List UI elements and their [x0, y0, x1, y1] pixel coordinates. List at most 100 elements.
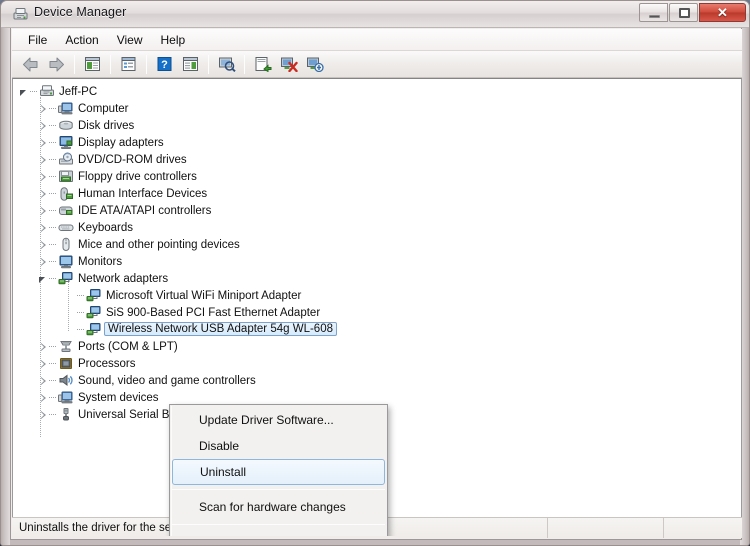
tree-connector — [77, 324, 86, 335]
tree-connector — [49, 256, 58, 267]
properties-button[interactable] — [116, 53, 141, 76]
maximize-button[interactable] — [669, 3, 698, 22]
tree-item-ports-com-lpt[interactable]: Ports (COM & LPT) — [19, 338, 741, 355]
tree-item-disk-drives[interactable]: Disk drives — [19, 117, 741, 134]
show-hide-action-pane-button[interactable] — [178, 53, 203, 76]
ports-icon — [58, 339, 74, 354]
tree-item-sis-900-pci-fast-ethernet-adapter[interactable]: SiS 900-Based PCI Fast Ethernet Adapter — [19, 304, 741, 321]
chevron-right-icon[interactable] — [38, 392, 49, 403]
network-adapter-icon — [58, 271, 74, 286]
ctx-properties[interactable]: Properties — [170, 529, 387, 536]
tree-item-label: Processors — [78, 357, 136, 370]
update-driver-software-button[interactable] — [250, 53, 275, 76]
tree-item-label: Jeff-PC — [59, 85, 98, 98]
display-adapter-icon — [58, 135, 74, 150]
menu-view[interactable]: View — [108, 30, 152, 50]
menu-file[interactable]: File — [19, 30, 56, 50]
device-tree-panel[interactable]: Jeff-PC Computer Disk drives Display ada… — [12, 78, 742, 537]
tree-item-mice-and-pointing-devices[interactable]: Mice and other pointing devices — [19, 236, 741, 253]
tree-connector — [49, 154, 58, 165]
chevron-expanded-icon[interactable] — [19, 86, 30, 97]
tree-item-label: Keyboards — [78, 221, 133, 234]
toolbar-separator — [244, 54, 245, 74]
tree-connector — [49, 273, 58, 284]
floppy-controller-icon — [58, 169, 74, 184]
chevron-right-icon[interactable] — [38, 358, 49, 369]
computer-root-icon — [39, 84, 55, 99]
tree-item-display-adapters[interactable]: Display adapters — [19, 134, 741, 151]
tree-connector — [77, 307, 86, 318]
client-area: File Action View Help ? Jeff-PC Computer… — [10, 28, 742, 540]
chevron-right-icon[interactable] — [38, 171, 49, 182]
tree-item-monitors[interactable]: Monitors — [19, 253, 741, 270]
chevron-right-icon[interactable] — [38, 205, 49, 216]
svg-text:?: ? — [161, 59, 168, 71]
tree-connector — [49, 137, 58, 148]
minimize-button[interactable] — [639, 3, 668, 22]
tree-item-network-adapters[interactable]: Network adapters — [19, 270, 741, 287]
menu-help[interactable]: Help — [152, 30, 195, 50]
ctx-uninstall[interactable]: Uninstall — [172, 459, 385, 485]
tree-item-sound-video-game-controllers[interactable]: Sound, video and game controllers — [19, 372, 741, 389]
back-button[interactable] — [18, 53, 43, 76]
chevron-right-icon[interactable] — [38, 188, 49, 199]
tree-item-label: Wireless Network USB Adapter 54g WL-608 — [104, 321, 337, 336]
tree-item-human-interface-devices[interactable]: Human Interface Devices — [19, 185, 741, 202]
tree-item-keyboards[interactable]: Keyboards — [19, 219, 741, 236]
ctx-scan-for-hardware-changes[interactable]: Scan for hardware changes — [170, 494, 387, 520]
ctx-update-driver-software[interactable]: Update Driver Software... — [170, 407, 387, 433]
context-menu-separator — [172, 524, 385, 525]
toolbar-separator — [146, 54, 147, 74]
hid-icon — [58, 186, 74, 201]
context-menu: Update Driver Software... Disable Uninst… — [169, 404, 388, 536]
toolbar-separator — [110, 54, 111, 74]
chevron-right-icon[interactable] — [38, 341, 49, 352]
chevron-right-icon[interactable] — [38, 154, 49, 165]
menu-bar: File Action View Help — [12, 29, 742, 51]
tree-item-floppy-drive-controllers[interactable]: Floppy drive controllers — [19, 168, 741, 185]
chevron-right-icon[interactable] — [38, 375, 49, 386]
tree-connector — [49, 205, 58, 216]
tree-item-wireless-network-usb-adapter[interactable]: Wireless Network USB Adapter 54g WL-608 — [19, 321, 741, 338]
tree-item-label: Monitors — [78, 255, 123, 268]
tree-item-processors[interactable]: Processors — [19, 355, 741, 372]
ctx-disable[interactable]: Disable — [170, 433, 387, 459]
processor-icon — [58, 356, 74, 371]
chevron-expanded-icon[interactable] — [38, 273, 49, 284]
chevron-right-icon[interactable] — [38, 103, 49, 114]
tree-item-label: SiS 900-Based PCI Fast Ethernet Adapter — [106, 306, 321, 319]
uninstall-button[interactable] — [276, 53, 301, 76]
tree-item-label: System devices — [78, 391, 159, 404]
chevron-right-icon[interactable] — [38, 222, 49, 233]
help-button[interactable]: ? — [152, 53, 177, 76]
tree-item-microsoft-virtual-wifi-miniport-adapter[interactable]: Microsoft Virtual WiFi Miniport Adapter — [19, 287, 741, 304]
keyboard-icon — [58, 220, 74, 235]
toolbar-separator — [208, 54, 209, 74]
title-bar[interactable]: Device Manager ✕ — [1, 1, 749, 28]
scan-for-hardware-changes-button[interactable] — [214, 53, 239, 76]
window-title: Device Manager — [34, 5, 127, 19]
window-left-border — [1, 1, 10, 545]
chevron-right-icon[interactable] — [38, 120, 49, 131]
tree-item-ide-ata-atapi-controllers[interactable]: IDE ATA/ATAPI controllers — [19, 202, 741, 219]
tree-item-label: Human Interface Devices — [78, 187, 208, 200]
tree-item-root[interactable]: Jeff-PC — [19, 83, 741, 100]
chevron-right-icon[interactable] — [38, 239, 49, 250]
chevron-right-icon[interactable] — [38, 256, 49, 267]
close-button[interactable]: ✕ — [699, 3, 746, 22]
tree-item-computer[interactable]: Computer — [19, 100, 741, 117]
show-hide-console-tree-button[interactable] — [80, 53, 105, 76]
tree-connector — [49, 358, 58, 369]
forward-button[interactable] — [44, 53, 69, 76]
tree-item-label: Sound, video and game controllers — [78, 374, 256, 387]
chevron-right-icon[interactable] — [38, 137, 49, 148]
chevron-right-icon[interactable] — [38, 409, 49, 420]
tree-item-dvd-cdrom-drives[interactable]: DVD/CD-ROM drives — [19, 151, 741, 168]
tree-connector — [49, 392, 58, 403]
tree-connector — [77, 290, 86, 301]
tree-item-label: Network adapters — [78, 272, 169, 285]
menu-action[interactable]: Action — [56, 30, 107, 50]
system-device-icon — [58, 390, 74, 405]
disable-enable-button[interactable] — [302, 53, 327, 76]
